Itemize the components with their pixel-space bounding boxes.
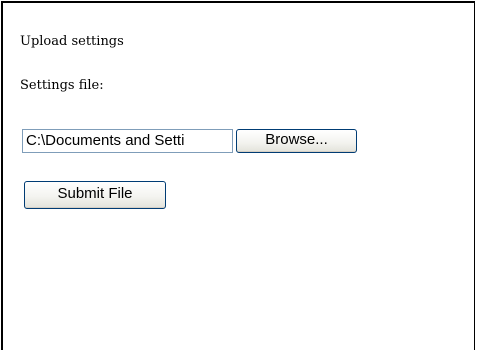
page-frame	[1, 1, 475, 350]
submit-file-button[interactable]: Submit File	[24, 181, 166, 209]
file-picker: C:\Documents and Setti Browse...	[22, 127, 357, 155]
browse-button[interactable]: Browse...	[236, 129, 357, 153]
settings-file-input[interactable]: C:\Documents and Setti	[22, 129, 233, 153]
settings-file-label: Settings file:	[20, 78, 104, 93]
upload-settings-heading: Upload settings	[20, 34, 124, 49]
